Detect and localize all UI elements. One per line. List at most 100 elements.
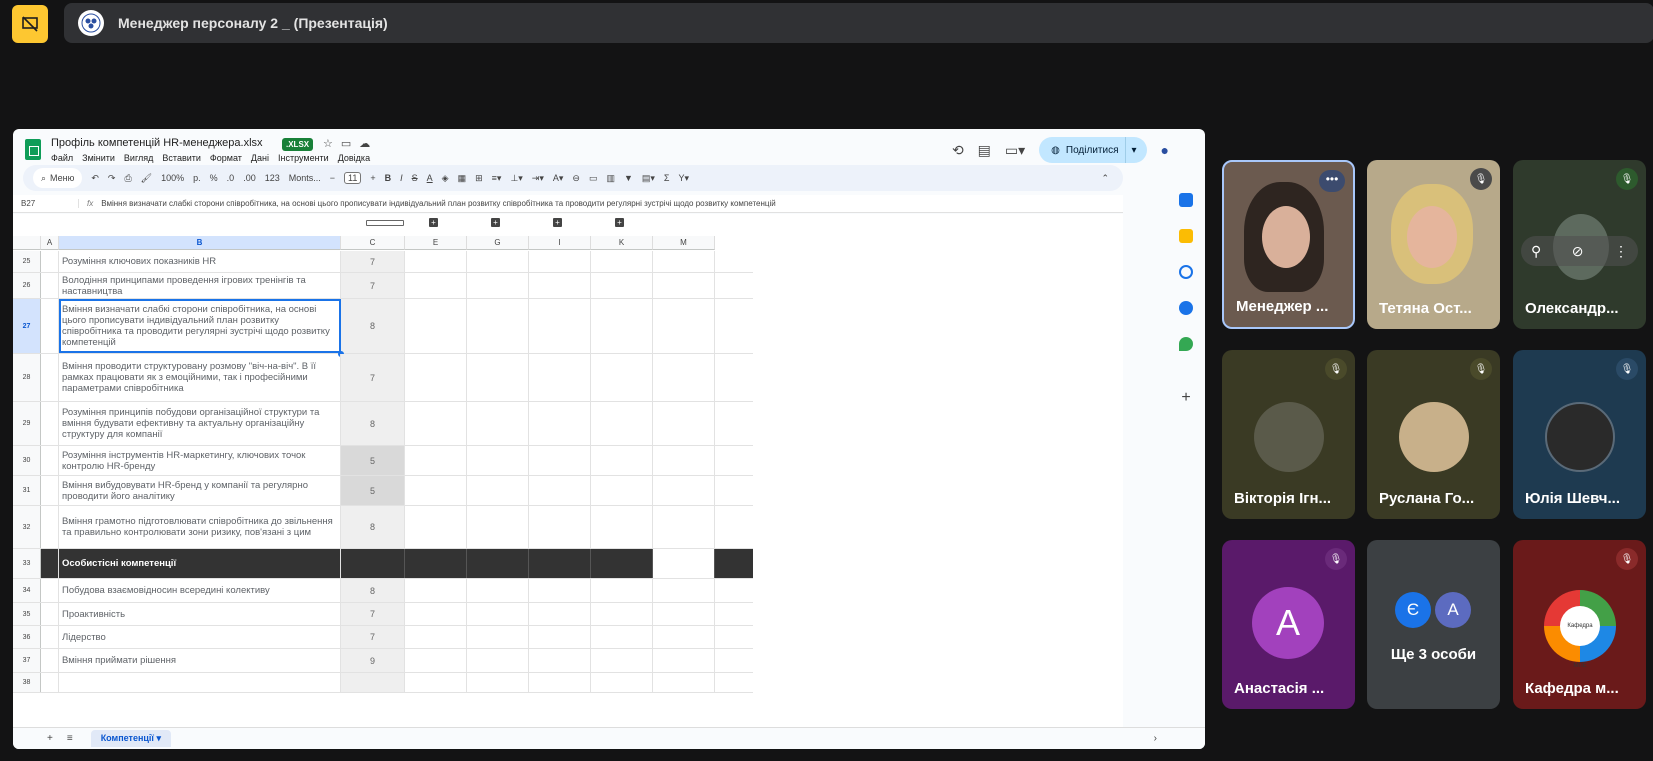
filter-views-icon[interactable]: ▤▾ xyxy=(642,173,655,184)
keep-icon[interactable] xyxy=(1179,229,1193,243)
cell-a[interactable] xyxy=(41,649,59,672)
text-rotate-icon[interactable]: A▾ xyxy=(553,173,564,184)
cell-b[interactable]: Розуміння принципів побудови організацій… xyxy=(59,402,341,445)
cell[interactable] xyxy=(467,354,529,401)
row-number[interactable]: 35 xyxy=(13,603,41,625)
cell-c[interactable]: 7 xyxy=(341,354,405,401)
sheet-tab-competencies[interactable]: Компетенції ▾ xyxy=(90,730,171,747)
menu-tools[interactable]: Інструменти xyxy=(278,153,329,163)
more-options-icon[interactable]: ••• xyxy=(1319,170,1345,192)
cell[interactable] xyxy=(653,603,715,625)
cell-c[interactable] xyxy=(341,673,405,692)
document-title[interactable]: Профіль компетенцій HR-менеджера.xlsx xyxy=(51,137,263,149)
participant-tile-more[interactable]: Є А Ще 3 особи xyxy=(1367,540,1500,709)
cell-b[interactable]: Побудова взаємовідносин всередині колект… xyxy=(59,579,341,602)
tasks-icon[interactable] xyxy=(1179,265,1193,279)
column-header-a[interactable]: A xyxy=(41,236,59,250)
cell[interactable] xyxy=(653,251,715,272)
cell-c[interactable]: 8 xyxy=(341,299,405,353)
cell[interactable] xyxy=(405,273,467,298)
filter-icon[interactable]: ▼ xyxy=(624,173,633,183)
font-size-decrease-icon[interactable]: − xyxy=(330,173,335,183)
row-number[interactable]: 37 xyxy=(13,649,41,672)
cell[interactable] xyxy=(591,549,653,578)
cell-a[interactable] xyxy=(41,476,59,505)
group-expand-icon[interactable]: + xyxy=(615,218,624,227)
cell-a[interactable] xyxy=(41,579,59,602)
cell-a[interactable] xyxy=(41,273,59,298)
cell-c[interactable]: 7 xyxy=(341,603,405,625)
cell[interactable] xyxy=(529,354,591,401)
cell[interactable] xyxy=(529,476,591,505)
cell[interactable] xyxy=(467,476,529,505)
text-color-icon[interactable]: A xyxy=(427,173,433,183)
borders-icon[interactable]: ▦ xyxy=(458,173,467,184)
cell-a[interactable] xyxy=(41,251,59,272)
cell[interactable] xyxy=(653,549,715,578)
align-icon[interactable]: ≡▾ xyxy=(492,173,502,184)
cell[interactable] xyxy=(467,446,529,475)
cell[interactable] xyxy=(467,251,529,272)
participant-tile-viktoria[interactable]: 🎙 Вікторія Ігн... xyxy=(1222,350,1355,519)
font-size-input[interactable]: 11 xyxy=(344,172,362,184)
explore-chevron-icon[interactable]: › xyxy=(1154,733,1157,744)
account-avatar-icon[interactable]: ● xyxy=(1161,142,1169,158)
column-header-i[interactable]: I xyxy=(529,236,591,250)
row-number[interactable]: 38 xyxy=(13,673,41,692)
cell[interactable] xyxy=(529,299,591,353)
row-number[interactable]: 31 xyxy=(13,476,41,505)
cell[interactable] xyxy=(591,506,653,548)
print-icon[interactable]: ⎙ xyxy=(124,173,131,184)
cell[interactable] xyxy=(653,402,715,445)
sheets-logo-icon[interactable] xyxy=(25,139,41,160)
merge-cells-icon[interactable]: ⊞ xyxy=(475,173,483,184)
number-format-button[interactable]: 123 xyxy=(265,173,280,183)
cell[interactable] xyxy=(529,446,591,475)
cell[interactable] xyxy=(529,673,591,692)
cell[interactable] xyxy=(653,579,715,602)
cell-c[interactable] xyxy=(341,549,405,578)
column-header-b[interactable]: B xyxy=(59,236,341,250)
cell[interactable] xyxy=(467,402,529,445)
cell-c[interactable]: 7 xyxy=(341,626,405,648)
menu-edit[interactable]: Змінити xyxy=(82,153,115,163)
menu-format[interactable]: Формат xyxy=(210,153,242,163)
cell-a[interactable] xyxy=(41,299,59,353)
add-addon-icon[interactable]: + xyxy=(1179,390,1193,406)
row-number[interactable]: 33 xyxy=(13,549,41,578)
title-actions-icons[interactable]: ☆▭☁ xyxy=(323,137,378,150)
cell[interactable] xyxy=(653,649,715,672)
group-expand-icon[interactable]: + xyxy=(491,218,500,227)
menu-file[interactable]: Файл xyxy=(51,153,73,163)
cell-c[interactable]: 5 xyxy=(341,476,405,505)
cell[interactable] xyxy=(591,402,653,445)
cell[interactable] xyxy=(529,506,591,548)
cell[interactable] xyxy=(405,251,467,272)
row-number[interactable]: 36 xyxy=(13,626,41,648)
cell[interactable] xyxy=(405,476,467,505)
cell-c[interactable]: 8 xyxy=(341,579,405,602)
presentation-icon[interactable] xyxy=(12,5,48,43)
participant-tile-oleksandr[interactable]: ⚲ ⊘ ⋮ 🎙 Олександр... xyxy=(1513,160,1646,329)
cell[interactable] xyxy=(591,299,653,353)
all-sheets-icon[interactable]: ≡ xyxy=(67,733,73,744)
history-icon[interactable]: ⟲ xyxy=(952,142,964,159)
input-tools-icon[interactable]: Y▾ xyxy=(679,173,690,184)
cell[interactable] xyxy=(653,673,715,692)
cell-b[interactable]: Володіння принципами проведення ігрових … xyxy=(59,273,341,298)
comments-icon[interactable]: ▤ xyxy=(978,142,991,159)
cell-c[interactable]: 7 xyxy=(341,273,405,298)
increase-decimal-button[interactable]: .00 xyxy=(243,173,256,183)
menu-help[interactable]: Довідка xyxy=(338,153,370,163)
cell[interactable] xyxy=(591,649,653,672)
chart-icon[interactable]: ▥ xyxy=(606,173,615,184)
cell-b[interactable]: Проактивність xyxy=(59,603,341,625)
cell[interactable] xyxy=(467,549,529,578)
collapse-toolbar-icon[interactable]: ⌃ xyxy=(1101,173,1109,184)
cell-b[interactable]: Вміння визначати слабкі сторони співробі… xyxy=(59,299,341,353)
cell[interactable] xyxy=(405,603,467,625)
cell[interactable] xyxy=(591,273,653,298)
cell[interactable] xyxy=(653,476,715,505)
chevron-down-icon[interactable]: ▾ xyxy=(1132,145,1137,156)
cell[interactable] xyxy=(529,549,591,578)
